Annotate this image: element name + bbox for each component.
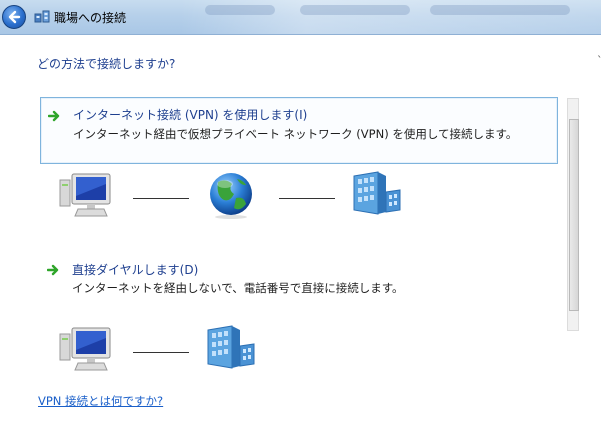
scrollbar-thumb[interactable] — [569, 119, 579, 311]
computer-icon — [59, 327, 111, 371]
vpn-help-link[interactable]: VPN 接続とは何ですか? — [38, 393, 163, 409]
green-arrow-icon — [47, 264, 59, 276]
network-connection-icon — [34, 10, 50, 23]
edge-mark: ` — [597, 54, 601, 67]
globe-icon — [210, 173, 252, 219]
title-bar: 職場への接続 — [0, 0, 601, 35]
option-vpn[interactable]: インターネット接続 (VPN) を使用します(I) インターネット経由で仮想プラ… — [40, 97, 558, 164]
background-blur — [300, 5, 410, 15]
green-arrow-icon — [48, 110, 60, 122]
background-blur — [430, 5, 570, 15]
background-blur — [205, 5, 275, 15]
option-dial-title: 直接ダイヤルします(D) — [72, 263, 199, 277]
office-building-icon — [207, 325, 255, 369]
option-vpn-title: インターネット接続 (VPN) を使用します(I) — [73, 108, 308, 122]
connection-method-question: どの方法で接続しますか? — [37, 57, 176, 71]
option-vpn-description: インターネット経由で仮想プライベート ネットワーク (VPN) を使用して接続し… — [73, 127, 518, 141]
connection-line — [279, 198, 335, 199]
computer-icon — [59, 173, 111, 217]
window-title: 職場への接続 — [54, 11, 127, 25]
back-arrow-icon — [8, 10, 21, 24]
option-dial[interactable]: 直接ダイヤルします(D) インターネットを経由しないで、電話番号で直接に接続しま… — [40, 256, 558, 302]
office-building-icon — [353, 171, 401, 215]
option-dial-description: インターネットを経由しないで、電話番号で直接に接続します。 — [72, 281, 404, 295]
back-button[interactable] — [2, 5, 26, 29]
connection-line — [133, 198, 189, 199]
vertical-scrollbar[interactable] — [567, 98, 579, 331]
connection-line — [133, 352, 189, 353]
